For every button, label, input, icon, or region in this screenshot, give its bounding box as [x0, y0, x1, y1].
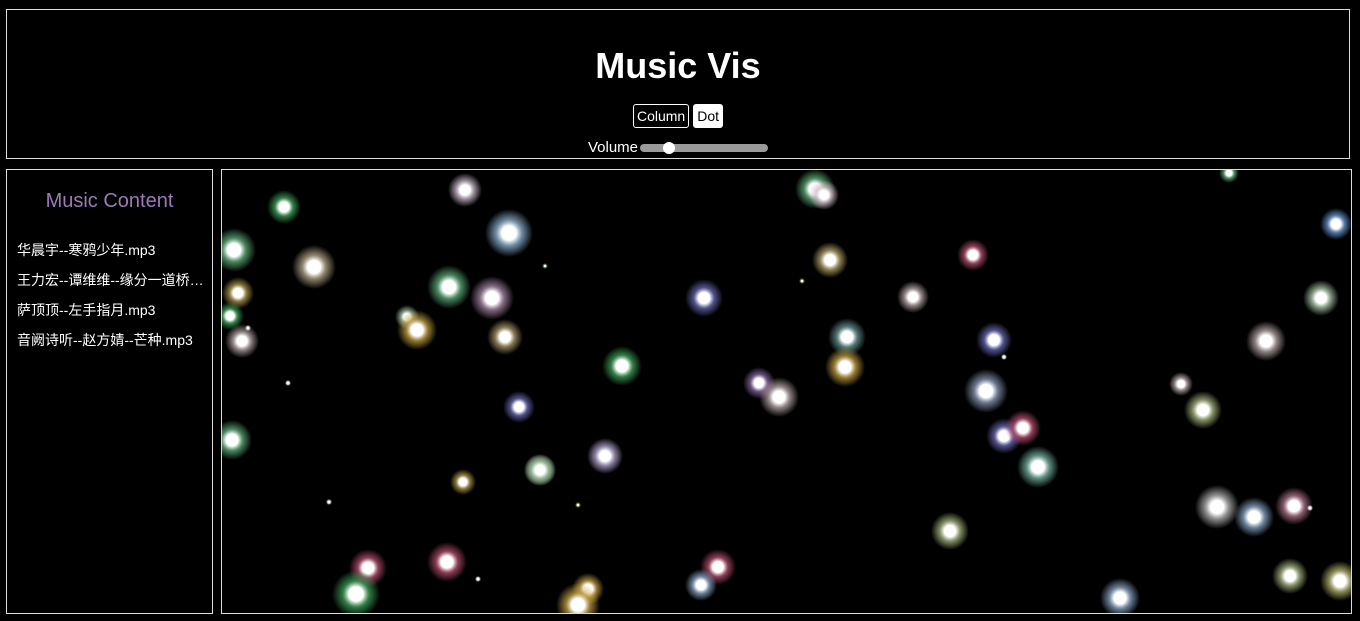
visualization-dot — [427, 542, 467, 582]
visualization-dot — [685, 569, 717, 601]
visualization-dot — [487, 319, 523, 355]
visualization-dot — [542, 263, 548, 269]
visualization-dot — [1001, 354, 1007, 360]
visualization-dot — [222, 420, 252, 460]
visualization-dot — [1272, 558, 1308, 594]
visualization-dot — [799, 278, 805, 284]
visualization-dot — [267, 190, 301, 224]
visualization-dot — [397, 310, 437, 350]
music-list-item[interactable]: 萨顶顶--左手指月.mp3 — [17, 295, 207, 325]
visualization-dot — [1246, 321, 1286, 361]
visualization-dot — [475, 576, 481, 582]
music-sidebar: Music Content 华晨宇--寒鸦少年.mp3 王力宏--谭维维--缘分… — [6, 169, 213, 614]
visualization-dot — [931, 512, 969, 550]
volume-slider-thumb[interactable] — [663, 142, 676, 155]
visualization-dot — [602, 346, 642, 386]
visualization-canvas — [221, 169, 1352, 614]
music-list-item[interactable]: 王力宏--谭维维--缘分一道桥.mp3 — [17, 265, 207, 295]
visualization-dot — [1234, 497, 1274, 537]
visualization-dot — [1184, 391, 1222, 429]
visualization-dot — [1275, 487, 1313, 525]
visualization-dot — [326, 499, 332, 505]
volume-label: Volume — [587, 139, 639, 157]
visualization-dot — [1320, 208, 1351, 240]
visualization-dot — [1320, 561, 1351, 601]
header-panel: Music Vis Column Dot Volume — [6, 9, 1350, 159]
visualization-dot — [503, 391, 535, 423]
visualization-dot — [1169, 372, 1193, 396]
visualization-dot — [825, 347, 865, 387]
visualization-dot — [1307, 505, 1313, 511]
visualization-dot — [245, 325, 251, 331]
visualization-dot — [587, 438, 623, 474]
visualization-dot — [1219, 170, 1239, 183]
visualization-dot — [1100, 578, 1140, 613]
visualization-dot — [450, 469, 476, 495]
volume-control: Volume — [7, 138, 1349, 158]
visualization-type-buttons: Column Dot — [7, 104, 1349, 128]
dot-visualization — [222, 170, 1351, 613]
visualization-dot — [685, 279, 723, 317]
dot-type-button[interactable]: Dot — [693, 104, 724, 128]
visualization-dot — [759, 377, 799, 417]
page-title: Music Vis — [595, 45, 761, 86]
visualization-dot — [225, 324, 259, 358]
visualization-dot — [957, 239, 989, 271]
visualization-dot — [809, 180, 839, 210]
visualization-dot — [1005, 410, 1041, 446]
visualization-dot — [448, 173, 482, 207]
music-list-item[interactable]: 华晨宇--寒鸦少年.mp3 — [17, 235, 207, 265]
visualization-dot — [485, 209, 533, 257]
visualization-dot — [575, 502, 581, 508]
visualization-dot — [964, 369, 1008, 413]
visualization-dot — [427, 265, 471, 309]
music-list: 华晨宇--寒鸦少年.mp3 王力宏--谭维维--缘分一道桥.mp3 萨顶顶--左… — [7, 235, 212, 355]
visualization-dot — [285, 380, 291, 386]
visualization-dot — [222, 228, 256, 272]
visualization-dot — [1195, 485, 1239, 529]
music-list-item[interactable]: 音阙诗听--赵方婧--芒种.mp3 — [17, 325, 207, 355]
visualization-dot — [897, 281, 929, 313]
visualization-dot — [524, 454, 556, 486]
visualization-dot — [976, 322, 1012, 358]
visualization-dot — [1017, 446, 1059, 488]
visualization-dot — [1303, 280, 1339, 316]
visualization-dot — [292, 245, 336, 289]
visualization-dot — [470, 276, 514, 320]
music-content-title: Music Content — [45, 190, 174, 212]
visualization-dot — [812, 242, 848, 278]
column-type-button[interactable]: Column — [632, 104, 690, 128]
volume-slider[interactable] — [640, 142, 769, 155]
